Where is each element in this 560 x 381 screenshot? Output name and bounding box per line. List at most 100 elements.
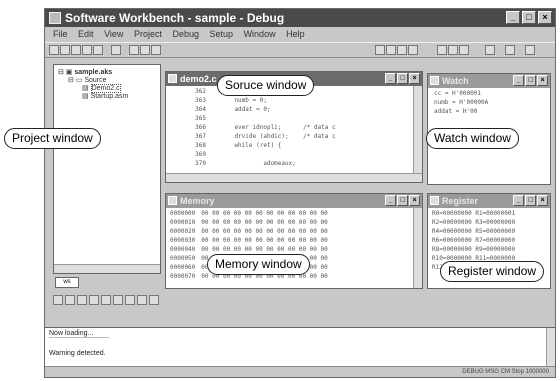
source-line[interactable]: 368 while (ret) { xyxy=(172,142,281,149)
app-icon xyxy=(49,12,61,24)
memory-row[interactable]: 0000010 00 00 00 00 00 00 00 00 00 00 00 … xyxy=(170,219,328,226)
toggle-icon[interactable] xyxy=(65,295,75,305)
source-line[interactable]: 367 drvide (ahdic); /* data c xyxy=(172,133,335,140)
watch-title-bar[interactable]: Watch _ □ × xyxy=(428,74,550,88)
memory-dump[interactable]: 0000000 00 00 00 00 00 00 00 00 00 00 00 … xyxy=(166,210,412,288)
step-over-icon[interactable] xyxy=(386,45,396,55)
minimize-button[interactable]: _ xyxy=(506,11,520,24)
new-file-icon[interactable] xyxy=(49,45,59,55)
undo-icon[interactable] xyxy=(129,45,139,55)
source-line[interactable]: 369 xyxy=(172,151,220,158)
workbench-window: Software Workbench - sample - Debug _ □ … xyxy=(44,8,556,378)
copy-icon[interactable] xyxy=(93,45,103,55)
run-icon[interactable] xyxy=(101,295,111,305)
memory-title-bar[interactable]: Memory _ □ × xyxy=(166,194,422,208)
flag-icon[interactable] xyxy=(149,295,159,305)
cut-icon[interactable] xyxy=(82,45,92,55)
source-close-button[interactable]: × xyxy=(409,73,420,84)
memory-address: 0000010 xyxy=(170,219,196,226)
watch-maximize-button[interactable]: □ xyxy=(525,75,536,86)
watch-glasses-icon xyxy=(430,76,439,85)
source-vscroll[interactable] xyxy=(413,86,422,173)
memory-minimize-button[interactable]: _ xyxy=(385,195,396,206)
app-title: Software Workbench - sample - Debug xyxy=(65,11,285,25)
tree-file-startup[interactable]: ▤ Startup.asm xyxy=(82,92,128,100)
list-icon[interactable] xyxy=(77,295,87,305)
tree-file-demo2[interactable]: ▤ Demo2.c xyxy=(82,84,128,93)
build-icon[interactable] xyxy=(151,45,161,55)
menu-view[interactable]: View xyxy=(104,29,123,39)
register-close-button[interactable]: × xyxy=(537,195,548,206)
project-hscroll[interactable] xyxy=(54,264,160,273)
bookmark-icon[interactable] xyxy=(53,295,63,305)
line-code: addat = 0; xyxy=(220,106,271,113)
memory-row[interactable]: 0000000 00 00 00 00 00 00 00 00 00 00 00 … xyxy=(170,210,328,217)
paste-icon[interactable] xyxy=(111,45,121,55)
register-title-bar[interactable]: Register _ □ × xyxy=(428,194,550,208)
source-code-area[interactable]: 362{ 363 numb = 0; 364 addat = 0; 365 366 ev… xyxy=(166,88,412,172)
source-maximize-button[interactable]: □ xyxy=(397,73,408,84)
register-minimize-button[interactable]: _ xyxy=(513,195,524,206)
menu-debug[interactable]: Debug xyxy=(172,29,199,39)
status-bar: DEBUG MSG CM Stop 1000000 xyxy=(45,366,555,377)
source-line[interactable]: 362{ xyxy=(172,88,223,95)
watch-item[interactable]: numb = H'00000A xyxy=(434,99,488,106)
menu-help[interactable]: Help xyxy=(286,29,305,39)
tree-root[interactable]: ⊟ ▣ sample.aks xyxy=(58,68,128,76)
menu-edit[interactable]: Edit xyxy=(78,29,94,39)
watch-close-button[interactable]: × xyxy=(537,75,548,86)
memory-maximize-button[interactable]: □ xyxy=(397,195,408,206)
project-tab[interactable]: ws xyxy=(55,277,79,288)
close-button[interactable]: × xyxy=(538,11,552,24)
memory-address: 0000030 xyxy=(170,237,196,244)
open-file-icon[interactable] xyxy=(60,45,70,55)
register-row: R6=00000000 R7=00000000 xyxy=(432,237,516,244)
menu-window[interactable]: Window xyxy=(244,29,276,39)
maximize-button[interactable]: □ xyxy=(522,11,536,24)
watch-minimize-button[interactable]: _ xyxy=(513,75,524,86)
register-row: R0=00000000 R1=00000001 xyxy=(432,210,516,217)
reset-icon[interactable] xyxy=(448,45,458,55)
source-line[interactable]: 366 ever idnopli; /* data c xyxy=(172,124,335,131)
memory-row[interactable]: 0000030 00 00 00 00 00 00 00 00 00 00 00 … xyxy=(170,237,328,244)
source-line[interactable]: 370 adomeaux; xyxy=(172,160,296,167)
go-icon[interactable] xyxy=(408,45,418,55)
source-minimize-button[interactable]: _ xyxy=(385,73,396,84)
source-hscroll[interactable] xyxy=(166,173,422,182)
menu-file[interactable]: File xyxy=(53,29,68,39)
register-icon[interactable] xyxy=(525,45,535,55)
memory-row[interactable]: 0000040 00 00 00 00 00 00 00 00 00 00 00 … xyxy=(170,246,328,253)
memory-address: 0000060 xyxy=(170,264,196,271)
source-line[interactable]: 364 addat = 0; xyxy=(172,106,271,113)
step-in-icon[interactable] xyxy=(375,45,385,55)
memory-close-button[interactable]: × xyxy=(409,195,420,206)
register-maximize-button[interactable]: □ xyxy=(525,195,536,206)
source-line[interactable]: 365 xyxy=(172,115,220,122)
filter-icon[interactable] xyxy=(89,295,99,305)
save-file-icon[interactable] xyxy=(71,45,81,55)
menu-project[interactable]: Project xyxy=(134,29,162,39)
watch-item[interactable]: cc = H'000001 xyxy=(434,90,481,97)
output-vscroll[interactable] xyxy=(546,328,555,368)
memory-icon[interactable] xyxy=(505,45,515,55)
trace-icon[interactable] xyxy=(125,295,135,305)
halt-icon[interactable] xyxy=(137,295,147,305)
source-line[interactable]: 363 numb = 0; xyxy=(172,97,267,104)
line-number: 368 xyxy=(195,142,206,149)
line-number: 366 xyxy=(195,124,206,131)
stop-icon[interactable] xyxy=(437,45,447,55)
watch-item[interactable]: addat = H'00 xyxy=(434,108,477,115)
memory-address: 0000050 xyxy=(170,255,196,262)
callout-watch-window: Watch window xyxy=(426,128,519,149)
tree-folder[interactable]: ⊟ ▭ Source xyxy=(68,76,128,84)
memory-row[interactable]: 0000020 00 00 00 00 00 00 00 00 00 00 00 … xyxy=(170,228,328,235)
memory-hex: 00 00 00 00 00 00 00 00 00 00 00 00 xyxy=(201,237,328,244)
memory-vscroll[interactable] xyxy=(413,208,422,288)
find-icon[interactable] xyxy=(140,45,150,55)
menu-setup[interactable]: Setup xyxy=(210,29,234,39)
watch-icon[interactable] xyxy=(485,45,495,55)
step-out-icon[interactable] xyxy=(397,45,407,55)
breakpoint-icon[interactable] xyxy=(459,45,469,55)
pause-icon[interactable] xyxy=(113,295,123,305)
register-row: R8=00000000 R9=00000000 xyxy=(432,246,516,253)
